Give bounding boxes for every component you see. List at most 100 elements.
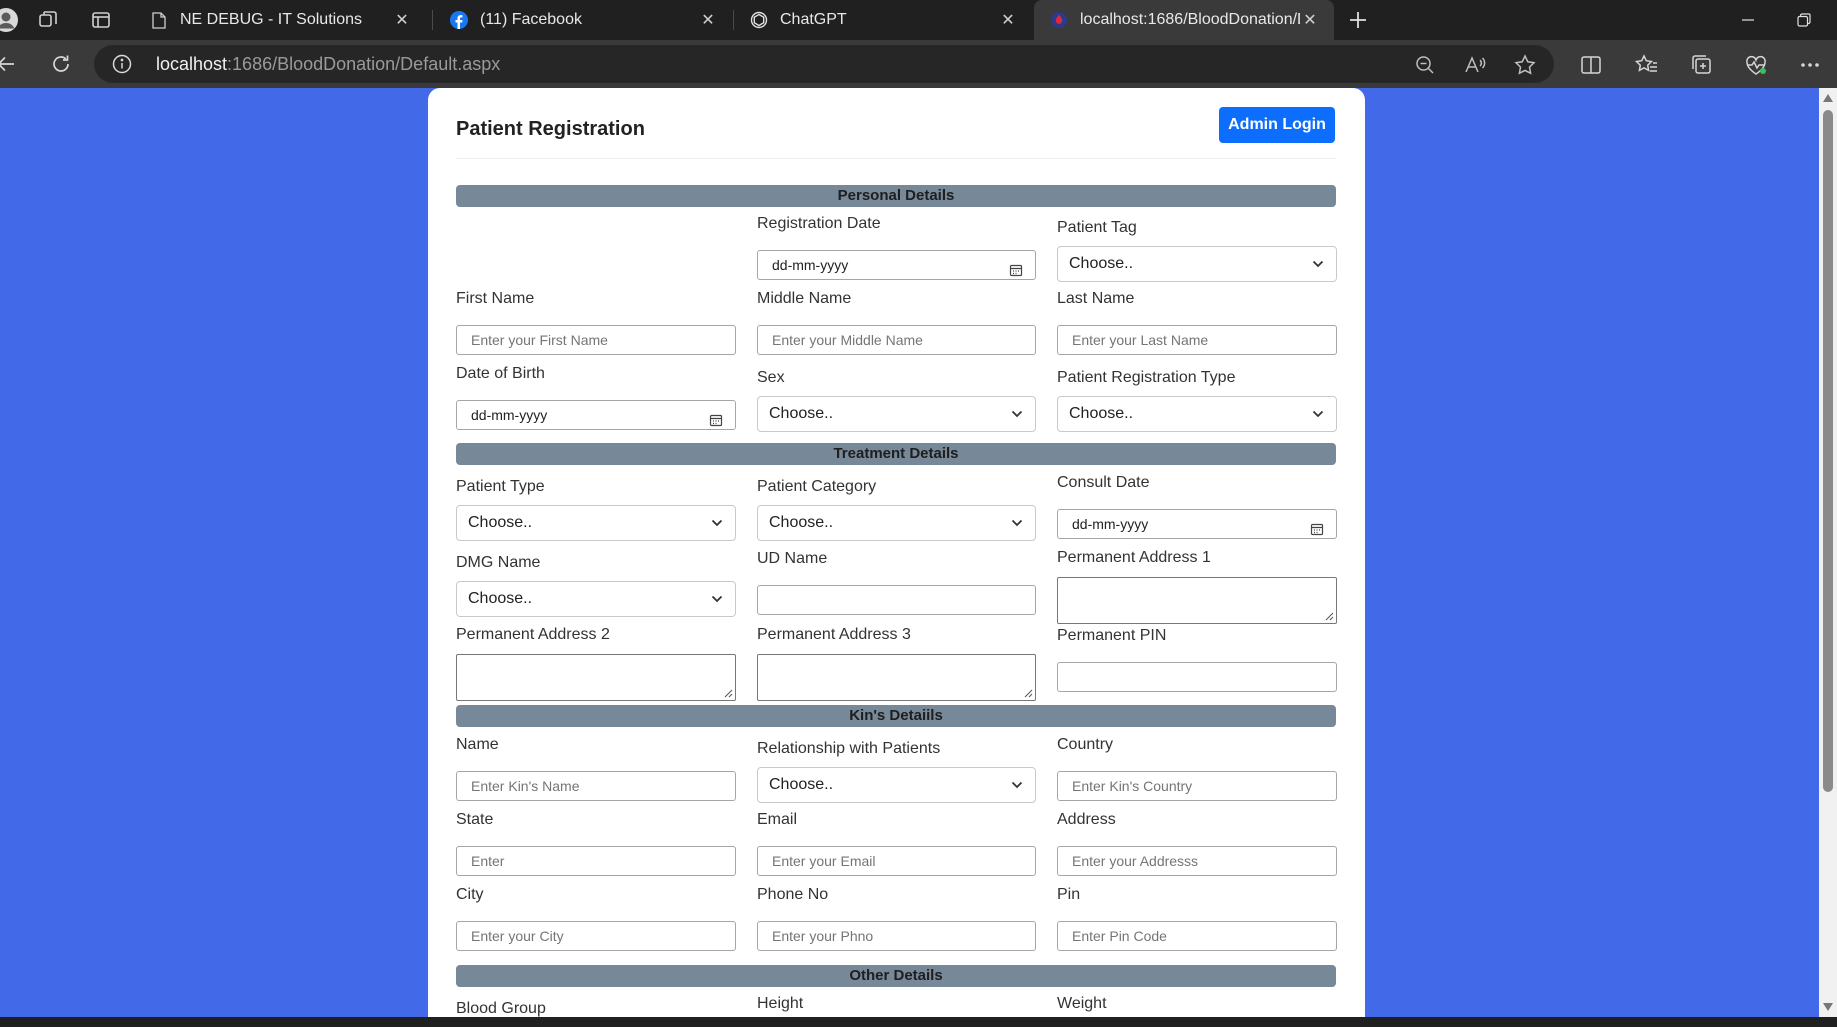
close-tab-icon[interactable]: ✕	[698, 10, 718, 30]
scrollbar-thumb[interactable]	[1823, 110, 1833, 792]
minimize-icon[interactable]	[1720, 0, 1776, 40]
select-value: Choose..	[1069, 405, 1134, 422]
chevron-down-icon	[1011, 410, 1023, 418]
profile-icon[interactable]	[0, 6, 24, 34]
url-host: localhost	[156, 54, 228, 74]
consult-date-label: Consult Date	[1057, 474, 1150, 491]
refresh-icon[interactable]	[43, 48, 79, 80]
date-placeholder: dd-mm-yyyy	[1072, 516, 1149, 532]
sex-label: Sex	[757, 369, 785, 386]
address-bar[interactable]: localhost:1686/BloodDonation/Default.asp…	[94, 45, 1554, 83]
relationship-select[interactable]: Choose..	[757, 767, 1036, 803]
favorite-star-icon[interactable]	[1514, 54, 1536, 76]
kin-state-label: State	[456, 811, 494, 828]
registration-date-input[interactable]: dd-mm-yyyy	[757, 250, 1036, 280]
tab-facebook[interactable]: (11) Facebook ✕	[434, 0, 732, 40]
scroll-down-icon[interactable]	[1823, 1003, 1833, 1011]
patient-category-select[interactable]: Choose..	[757, 505, 1036, 541]
blood-group-label: Blood Group	[456, 1000, 546, 1017]
dmg-name-select[interactable]: Choose..	[456, 581, 736, 617]
calendar-icon[interactable]	[1310, 517, 1324, 536]
new-tab-icon[interactable]	[1340, 6, 1376, 34]
dmg-name-label: DMG Name	[456, 554, 541, 571]
kin-phone-input[interactable]: Enter your Phno	[757, 921, 1036, 951]
taskbar-edge	[0, 1017, 1837, 1027]
ud-name-input[interactable]	[757, 585, 1036, 615]
registration-type-select[interactable]: Choose..	[1057, 396, 1337, 432]
chevron-down-icon	[1312, 410, 1324, 418]
chatgpt-icon	[750, 11, 768, 29]
close-tab-icon[interactable]: ✕	[392, 10, 412, 30]
calendar-icon[interactable]	[709, 408, 723, 427]
url-text[interactable]: localhost:1686/BloodDonation/Default.asp…	[156, 54, 500, 75]
kin-state-input[interactable]: Enter	[456, 846, 736, 876]
resize-grip-icon[interactable]	[1024, 689, 1033, 698]
dob-input[interactable]: dd-mm-yyyy	[456, 400, 736, 430]
kin-country-input[interactable]: Enter Kin's Country	[1057, 771, 1337, 801]
kin-email-input[interactable]: Enter your Email	[757, 846, 1036, 876]
workspaces-icon[interactable]	[30, 6, 66, 34]
page-icon	[150, 11, 168, 29]
split-screen-icon[interactable]	[1578, 52, 1604, 78]
kin-country-label: Country	[1057, 736, 1114, 753]
kin-pin-input[interactable]: Enter Pin Code	[1057, 921, 1337, 951]
chevron-down-icon	[711, 595, 723, 603]
tab-title: localhost:1686/BloodDonation/D	[1080, 11, 1300, 28]
permanent-address-2-label: Permanent Address 2	[456, 626, 610, 643]
permanent-pin-input[interactable]	[1057, 662, 1337, 692]
page-viewport: Patient Registration Admin Login Persona…	[0, 88, 1837, 1017]
calendar-icon[interactable]	[1009, 258, 1023, 277]
tab-title: NE DEBUG - IT Solutions	[180, 11, 362, 28]
restore-icon[interactable]	[1776, 0, 1832, 40]
admin-login-button[interactable]: Admin Login	[1219, 107, 1335, 143]
section-treatment-details: Treatment Details	[456, 443, 1336, 465]
patient-tag-select[interactable]: Choose..	[1057, 246, 1337, 282]
kin-email-label: Email	[757, 811, 798, 828]
zoom-out-icon[interactable]	[1414, 54, 1436, 76]
resize-grip-icon[interactable]	[724, 689, 733, 698]
select-value: Choose..	[769, 405, 834, 422]
tab-ne-debug[interactable]: NE DEBUG - IT Solutions ✕	[134, 0, 426, 40]
resize-grip-icon[interactable]	[1325, 612, 1334, 621]
close-tab-icon[interactable]: ✕	[998, 10, 1018, 30]
tab-actions-icon[interactable]	[83, 6, 119, 34]
tab-blood-donation[interactable]: localhost:1686/BloodDonation/D ✕	[1034, 0, 1334, 40]
site-info-icon[interactable]	[112, 54, 132, 74]
tab-separator	[432, 10, 433, 30]
registration-card: Patient Registration Admin Login Persona…	[428, 88, 1365, 1017]
consult-date-input[interactable]: dd-mm-yyyy	[1057, 509, 1337, 539]
close-tab-icon[interactable]: ✕	[1300, 10, 1320, 30]
patient-category-label: Patient Category	[757, 478, 877, 495]
url-path: :1686/BloodDonation/Default.aspx	[227, 54, 501, 74]
tab-chatgpt[interactable]: ChatGPT ✕	[734, 0, 1032, 40]
kin-address-input[interactable]: Enter your Addresss	[1057, 846, 1337, 876]
back-icon[interactable]	[0, 48, 24, 80]
first-name-input[interactable]: Enter your First Name	[456, 325, 736, 355]
favorites-icon[interactable]	[1634, 52, 1660, 78]
more-options-icon[interactable]	[1797, 52, 1823, 78]
dob-label: Date of Birth	[456, 365, 545, 382]
permanent-address-1-textarea[interactable]	[1057, 577, 1337, 624]
permanent-address-2-textarea[interactable]	[456, 654, 736, 701]
select-value: Choose..	[468, 590, 533, 607]
read-aloud-icon[interactable]	[1464, 54, 1486, 76]
chevron-down-icon	[1312, 260, 1324, 268]
kin-name-input[interactable]: Enter Kin's Name	[456, 771, 736, 801]
vertical-scrollbar[interactable]	[1819, 88, 1837, 1017]
registration-date-label: Registration Date	[757, 215, 881, 232]
middle-name-input[interactable]: Enter your Middle Name	[757, 325, 1036, 355]
browser-essentials-icon[interactable]	[1743, 52, 1769, 78]
last-name-input[interactable]: Enter your Last Name	[1057, 325, 1337, 355]
patient-tag-label: Patient Tag	[1057, 219, 1137, 236]
chevron-down-icon	[1011, 519, 1023, 527]
kin-pin-label: Pin	[1057, 886, 1081, 903]
permanent-address-3-textarea[interactable]	[757, 654, 1036, 701]
first-name-label: First Name	[456, 290, 535, 307]
page-title: Patient Registration	[456, 118, 645, 140]
patient-type-select[interactable]: Choose..	[456, 505, 736, 541]
select-value: Choose..	[769, 776, 834, 793]
scroll-up-icon[interactable]	[1823, 94, 1833, 102]
kin-city-input[interactable]: Enter your City	[456, 921, 736, 951]
sex-select[interactable]: Choose..	[757, 396, 1036, 432]
collections-icon[interactable]	[1689, 52, 1715, 78]
